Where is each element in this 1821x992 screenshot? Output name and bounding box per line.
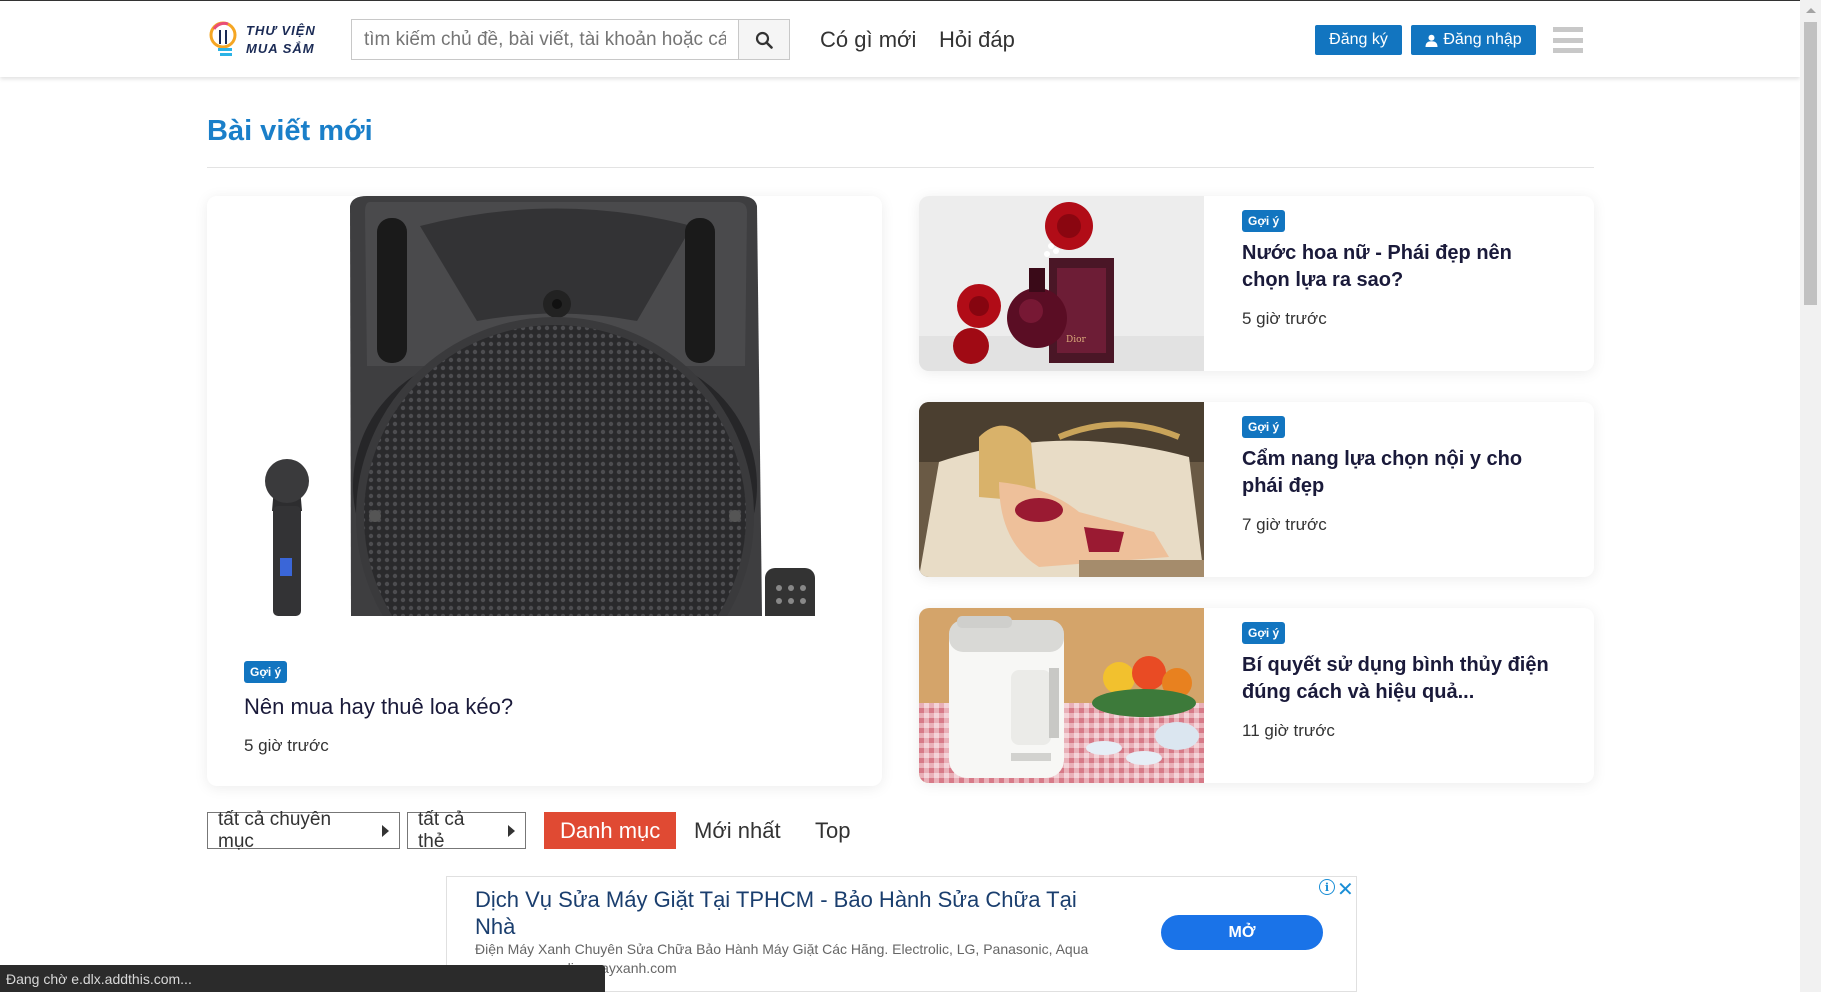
search-button[interactable] [738, 20, 789, 59]
logo-line-1: THƯ VIỆN [246, 23, 316, 38]
section-divider [207, 167, 1594, 168]
card-badge[interactable]: Gợi ý [1242, 622, 1286, 644]
page-scrollbar[interactable] [1800, 0, 1821, 992]
caret-right-icon [382, 824, 389, 837]
thermos-image[interactable] [919, 608, 1204, 783]
svg-text:Dior: Dior [1066, 335, 1087, 345]
featured-title[interactable]: Nên mua hay thuê loa kéo? [244, 694, 513, 720]
ad-open-button[interactable]: MỞ [1161, 915, 1323, 950]
card-badge[interactable]: Gợi ý [1242, 416, 1286, 438]
login-label: Đăng nhập [1443, 31, 1522, 48]
nav-qa[interactable]: Hỏi đáp [939, 27, 1015, 53]
site-header: THƯ VIỆN MUA SẮM Có gì mới Hỏi đáp Đăng … [0, 0, 1800, 77]
search-bar [351, 19, 790, 60]
ad-info-icon[interactable]: i [1319, 879, 1335, 895]
register-button[interactable]: Đăng ký [1315, 25, 1402, 55]
featured-time: 5 giờ trước [244, 736, 329, 755]
ad-description-line1: Điện Máy Xanh Chuyên Sửa Chữa Bảo Hành M… [475, 941, 1089, 957]
search-icon [755, 31, 773, 49]
filter-all-categories-label: tất cả chuyên mục [218, 808, 332, 852]
section-title: Bài viết mới [207, 115, 373, 147]
filter-all-tags-label: tất cả thẻ [418, 808, 465, 852]
card-title[interactable]: Cẩm nang lựa chọn nội y cho phái đẹp [1242, 446, 1562, 500]
login-button[interactable]: Đăng nhập [1411, 25, 1536, 55]
logo-text: THƯ VIỆN MUA SẮM [246, 22, 316, 58]
card-time: 11 giờ trước [1242, 721, 1335, 740]
article-card-perfume[interactable]: Dior Gợi ý Nước hoa nữ - Phái đẹp nên ch… [919, 196, 1594, 371]
card-time: 7 giờ trước [1242, 515, 1327, 534]
tab-newest[interactable]: Mới nhất [694, 812, 781, 849]
article-card-thermos[interactable]: Gợi ý Bí quyết sử dụng bình thủy điện đú… [919, 608, 1594, 783]
card-time: 5 giờ trước [1242, 309, 1327, 328]
menu-hamburger-icon[interactable] [1553, 27, 1583, 53]
tab-categories[interactable]: Danh mục [544, 812, 677, 849]
user-icon [1425, 34, 1438, 47]
article-card-lingerie[interactable]: Gợi ý Cẩm nang lựa chọn nội y cho phái đ… [919, 402, 1594, 577]
featured-article-card[interactable]: Gợi ý Nên mua hay thuê loa kéo? 5 giờ tr… [207, 196, 882, 786]
search-input[interactable] [352, 20, 738, 59]
perfume-image[interactable]: Dior [919, 196, 1204, 371]
featured-speaker-image[interactable] [207, 196, 882, 715]
scroll-up-arrow-icon[interactable] [1806, 8, 1816, 13]
nav-whats-new[interactable]: Có gì mới [820, 27, 916, 53]
featured-badge[interactable]: Gợi ý [244, 661, 288, 683]
site-logo[interactable]: THƯ VIỆN MUA SẮM [208, 17, 328, 63]
card-title[interactable]: Bí quyết sử dụng bình thủy điện đúng các… [1242, 652, 1562, 706]
ad-close-icon[interactable]: ✕ [1337, 877, 1354, 901]
card-title[interactable]: Nước hoa nữ - Phái đẹp nên chọn lựa ra s… [1242, 240, 1562, 294]
tab-top[interactable]: Top [815, 812, 850, 849]
card-badge[interactable]: Gợi ý [1242, 210, 1286, 232]
logo-line-2: MUA SẮM [246, 41, 315, 56]
scroll-thumb[interactable] [1804, 22, 1817, 305]
ad-title[interactable]: Dịch Vụ Sửa Máy Giặt Tại TPHCM - Bảo Hàn… [475, 886, 1115, 940]
logo-lightbulb-icon [208, 20, 242, 60]
lingerie-image[interactable] [919, 402, 1204, 577]
filter-all-tags[interactable]: tất cả thẻ [407, 809, 526, 852]
caret-right-icon [508, 824, 515, 837]
browser-status-bar: Đang chờ e.dlx.addthis.com... [0, 965, 605, 992]
filter-all-categories[interactable]: tất cả chuyên mục [207, 809, 400, 852]
